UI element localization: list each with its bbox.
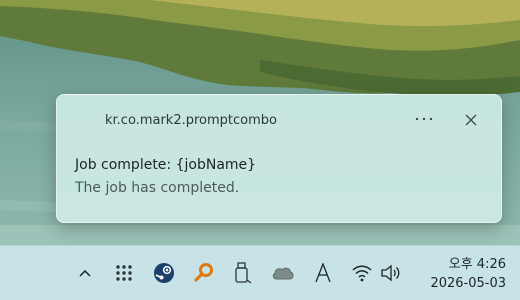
app-grid-icon[interactable] — [111, 260, 137, 286]
steam-icon[interactable] — [151, 260, 177, 286]
cloud-icon[interactable] — [270, 260, 296, 286]
taskbar: 오후 4:26 2026-05-03 — [0, 245, 520, 300]
taskbar-clock[interactable]: 오후 4:26 2026-05-03 — [414, 253, 506, 291]
clock-date: 2026-05-03 — [430, 276, 506, 291]
wifi-icon[interactable] — [349, 260, 375, 286]
notification-body: The job has completed. — [75, 180, 240, 196]
clock-time: 오후 4:26 — [448, 257, 506, 272]
notification-title: Job complete: {jobName} — [75, 157, 257, 173]
search-key-icon[interactable] — [191, 260, 217, 286]
notification-app-name: kr.co.mark2.promptcombo — [105, 113, 277, 128]
toast-notification[interactable]: kr.co.mark2.promptcombo Job complete: {j… — [56, 94, 502, 223]
usb-drive-icon[interactable] — [229, 260, 255, 286]
font-a-icon[interactable] — [310, 260, 336, 286]
close-icon[interactable] — [460, 109, 482, 131]
speaker-icon[interactable] — [378, 260, 404, 286]
more-ellipsis-icon[interactable] — [412, 107, 436, 131]
chevron-up-icon[interactable] — [72, 260, 98, 286]
